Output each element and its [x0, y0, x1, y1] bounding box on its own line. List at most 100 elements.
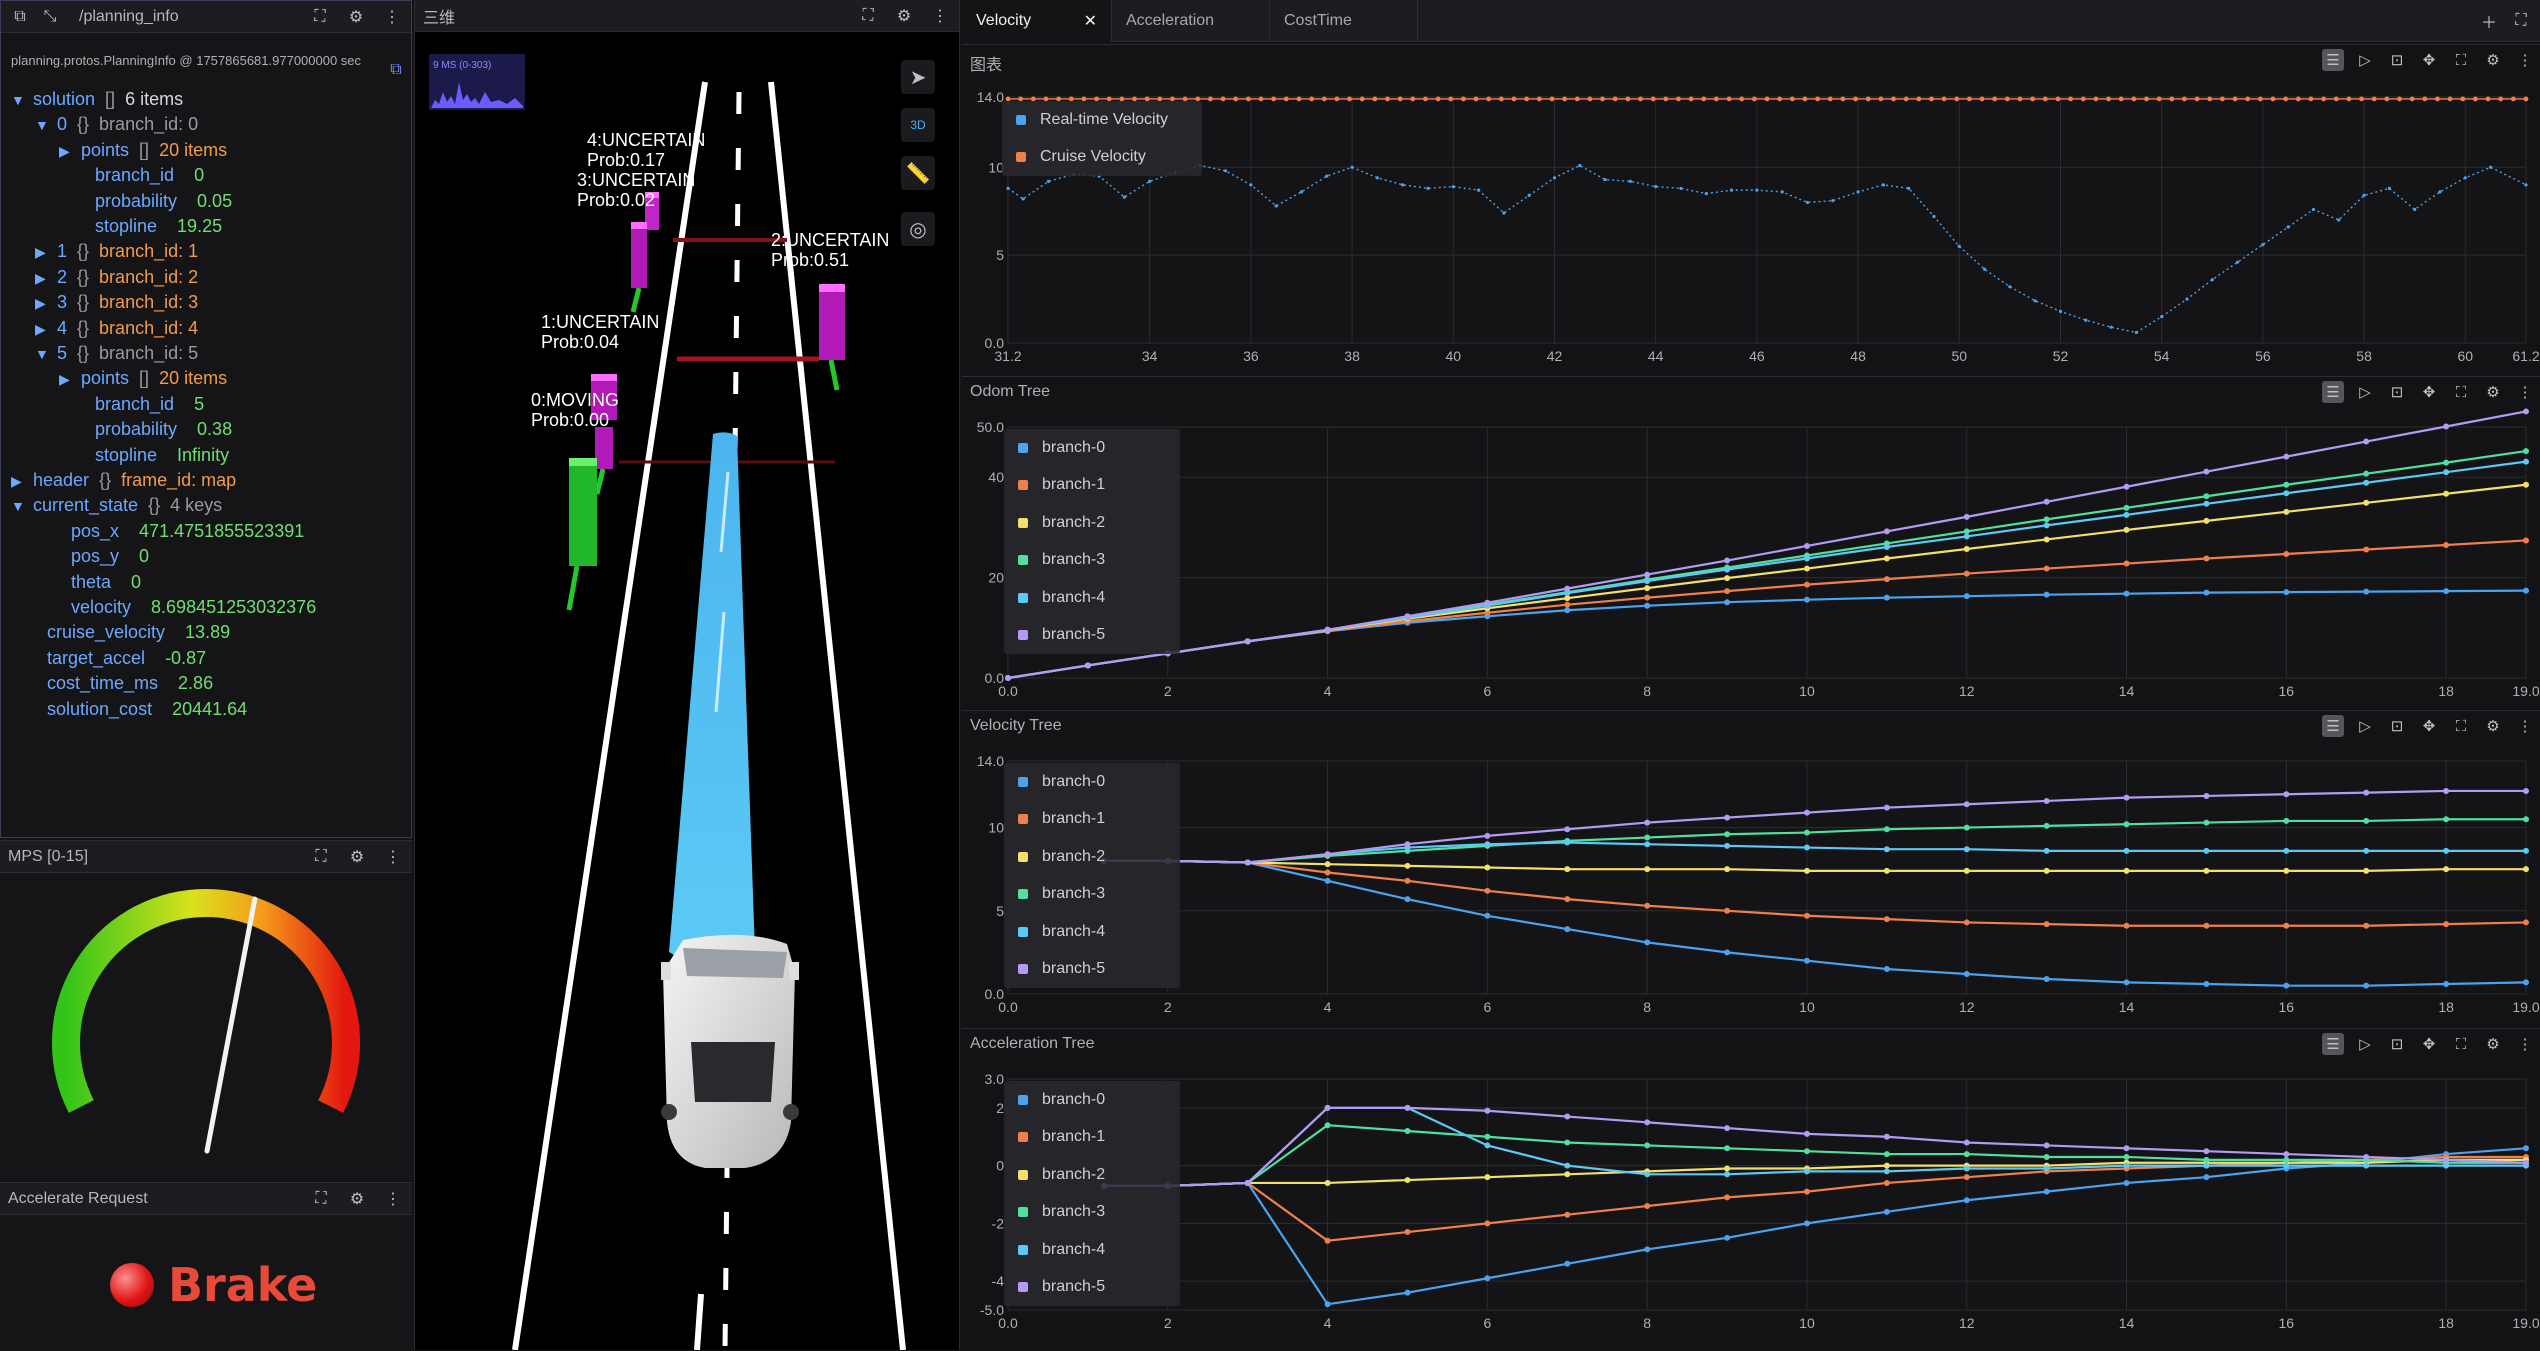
legend-item[interactable]: branch-4 — [1004, 913, 1180, 951]
legend-item[interactable]: branch-2 — [1004, 1156, 1180, 1194]
tree-row[interactable]: ▶ 3 {} branch_id: 3 — [35, 290, 198, 316]
fullscreen-icon[interactable]: ⛶ — [310, 1188, 332, 1210]
tree-type: {} — [77, 266, 90, 287]
plot-legend[interactable]: branch-0 branch-1 branch-2 branch-3 branch-4… — [1004, 429, 1180, 654]
gauge-title[interactable]: MPS [0-15] — [8, 848, 310, 866]
copy-message-icon[interactable]: ⧉ — [385, 59, 407, 81]
tree-row[interactable]: ▶ points [] 20 items — [59, 138, 227, 164]
legend-item[interactable]: branch-3 — [1004, 542, 1180, 580]
tree-row[interactable]: theta 0 — [59, 570, 141, 595]
legend-item[interactable]: branch-2 — [1004, 838, 1180, 876]
settings-gear-icon[interactable]: ⚙ — [346, 1188, 368, 1210]
fullscreen-icon[interactable]: ⛶ — [857, 5, 879, 27]
close-tab-icon[interactable]: ✕ — [1084, 11, 1097, 31]
3d-scene[interactable]: 9 MS (0-303) 4:UNCERTAIN Prob:0.17 3:UNC… — [415, 32, 960, 1350]
more-menu-icon[interactable]: ⋮ — [929, 5, 951, 27]
legend-item[interactable]: branch-5 — [1004, 1269, 1180, 1307]
tree-row[interactable]: ▶ 2 {} branch_id: 2 — [35, 265, 198, 291]
y-tick-label: 5 — [996, 903, 1004, 919]
tree-row[interactable]: ▼ current_state {} 4 keys — [11, 493, 222, 519]
odom-tree-plot[interactable]: Odom Tree ☰ ▷ ⊡ ✥ ⛶ ⚙ ⋮ 0.0 2 4 6 8 10 12 14 16 18 19.0 0.0… — [962, 376, 2540, 708]
data-point — [1385, 96, 1390, 102]
tree-row[interactable]: ▶ header {} frame_id: map — [11, 468, 236, 494]
add-tab-icon[interactable]: ＋ — [2478, 10, 2500, 32]
tree-row[interactable]: branch_id 0 — [83, 163, 204, 188]
copy-icon[interactable]: ⧉ — [9, 6, 31, 28]
tree-row[interactable]: probability 0.05 — [83, 189, 232, 214]
velocity-tree-plot[interactable]: Velocity Tree ☰ ▷ ⊡ ✥ ⛶ ⚙ ⋮ 0.0 2 4 6 8 10 12 14 16 18 19.… — [962, 710, 2540, 1026]
more-menu-icon[interactable]: ⋮ — [382, 1188, 404, 1210]
legend-item[interactable]: branch-5 — [1004, 951, 1180, 989]
settings-gear-icon[interactable]: ⚙ — [346, 846, 368, 868]
tree-row[interactable]: stopline Infinity — [83, 443, 229, 468]
plot-canvas[interactable]: 31.2 34 36 38 40 42 44 46 48 50 52 54 56 58 60 61.20.05… — [962, 45, 2540, 375]
data-point — [2443, 588, 2450, 595]
publish-point-icon[interactable]: ◎ — [901, 212, 935, 246]
legend-label: branch-1 — [1042, 810, 1106, 828]
settings-gear-icon[interactable]: ⚙ — [345, 6, 367, 28]
legend-item[interactable]: branch-4 — [1004, 579, 1180, 617]
legend-item[interactable]: branch-1 — [1004, 801, 1180, 839]
data-point — [2118, 96, 2124, 102]
tab-velocity[interactable]: Velocity ✕ — [962, 0, 1112, 42]
tree-row[interactable]: probability 0.38 — [83, 417, 232, 442]
legend-item[interactable]: branch-3 — [1004, 876, 1180, 914]
legend-item[interactable]: branch-1 — [1004, 467, 1180, 505]
acceleration-tree-plot[interactable]: Acceleration Tree ☰ ▷ ⊡ ✥ ⛶ ⚙ ⋮ 0.0 2 4 6 8 10 12 14 16 1… — [962, 1028, 2540, 1350]
plot-canvas[interactable]: 0.0 2 4 6 8 10 12 14 16 18 19.00.051014.0 — [962, 711, 2540, 1027]
plot-legend[interactable]: branch-0 branch-1 branch-2 branch-3 branch-4… — [1004, 1081, 1180, 1306]
fullscreen-icon[interactable]: ⛶ — [309, 6, 331, 28]
legend-item[interactable]: branch-0 — [1004, 1081, 1180, 1119]
legend-item[interactable]: branch-0 — [1004, 429, 1180, 467]
3d-view-title[interactable]: 三维 — [423, 4, 857, 28]
tree-row[interactable]: ▶ points [] 20 items — [59, 366, 227, 392]
data-point — [1644, 1246, 1651, 1253]
legend-item[interactable]: branch-2 — [1004, 504, 1180, 542]
legend-label: branch-5 — [1042, 1278, 1106, 1296]
data-point — [2371, 96, 2377, 102]
legend-item[interactable]: branch-0 — [1004, 763, 1180, 801]
topic-title[interactable]: /planning_info — [79, 8, 309, 26]
tree-row[interactable]: solution_cost 20441.64 — [35, 697, 247, 722]
tree-row[interactable]: branch_id 5 — [83, 392, 204, 417]
legend-item[interactable]: Cruise Velocity — [1002, 139, 1202, 177]
legend-item[interactable]: branch-4 — [1004, 1231, 1180, 1269]
toggle-3d-button[interactable]: 3D — [901, 108, 935, 142]
tree-row[interactable]: pos_x 471.4751855523391 — [59, 519, 304, 544]
data-point — [1644, 602, 1651, 609]
tree-row[interactable]: ▼ solution [] 6 items — [11, 87, 183, 113]
tree-row[interactable]: ▼ 0 {} branch_id: 0 — [35, 112, 198, 138]
tree-row[interactable]: ▶ 4 {} branch_id: 4 — [35, 316, 198, 342]
plot-canvas[interactable]: 0.0 2 4 6 8 10 12 14 16 18 19.00.0204050.0 — [962, 377, 2540, 709]
accel-request-title[interactable]: Accelerate Request — [8, 1190, 310, 1208]
tree-row[interactable]: pos_y 0 — [59, 544, 149, 569]
tab-costtime[interactable]: CostTime — [1270, 0, 1418, 42]
more-menu-icon[interactable]: ⋮ — [381, 6, 403, 28]
tab-acceleration[interactable]: Acceleration — [1112, 0, 1270, 42]
data-point — [1780, 190, 1784, 194]
more-menu-icon[interactable]: ⋮ — [382, 846, 404, 868]
collapse-icon[interactable]: ⤡ — [39, 6, 61, 28]
x-tick-label: 50 — [1951, 348, 1967, 364]
tree-row[interactable]: velocity 8.698451253032376 — [59, 595, 316, 620]
tree-row[interactable]: target_accel -0.87 — [35, 646, 206, 671]
fullscreen-icon[interactable]: ⛶ — [2510, 10, 2532, 32]
velocity-plot[interactable]: 图表 ☰ ▷ ⊡ ✥ ⛶ ⚙ ⋮ 31.2 34 36 38 40 42 44 46 48 50 52 54 56 58 6… — [962, 44, 2540, 374]
plot-canvas[interactable]: 0.0 2 4 6 8 10 12 14 16 18 19.0-5.0-4-2023.0 — [962, 1029, 2540, 1351]
tree-row[interactable]: cost_time_ms 2.86 — [35, 671, 213, 696]
tree-row[interactable]: ▶ 1 {} branch_id: 1 — [35, 239, 198, 265]
select-cursor-icon[interactable]: ➤ — [901, 60, 935, 94]
data-point — [2058, 309, 2063, 313]
plot-legend[interactable]: branch-0 branch-1 branch-2 branch-3 branch-4… — [1004, 763, 1180, 988]
legend-item[interactable]: branch-1 — [1004, 1119, 1180, 1157]
tree-row[interactable]: stopline 19.25 — [83, 214, 222, 239]
tree-row[interactable]: ▼ 5 {} branch_id: 5 — [35, 341, 198, 367]
legend-item[interactable]: branch-3 — [1004, 1194, 1180, 1232]
plot-legend[interactable]: Real-time Velocity Cruise Velocity — [1002, 101, 1202, 176]
settings-gear-icon[interactable]: ⚙ — [893, 5, 915, 27]
legend-item[interactable]: branch-5 — [1004, 617, 1180, 655]
tree-row[interactable]: cruise_velocity 13.89 — [35, 620, 230, 645]
ruler-icon[interactable]: 📏 — [901, 156, 935, 190]
legend-item[interactable]: Real-time Velocity — [1002, 101, 1202, 139]
fullscreen-icon[interactable]: ⛶ — [310, 846, 332, 868]
